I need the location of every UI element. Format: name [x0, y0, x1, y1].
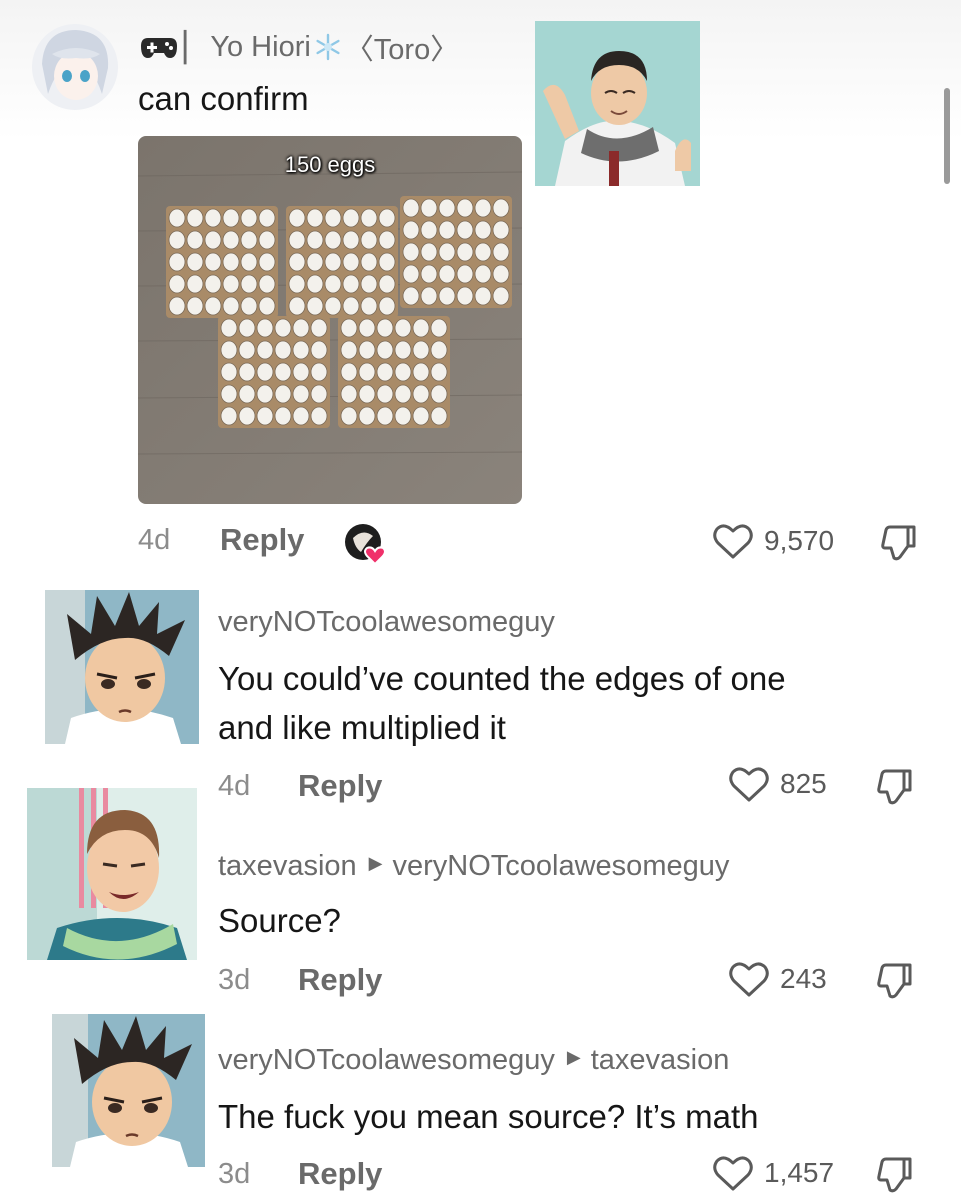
- like-count: 243: [780, 963, 827, 994]
- heart-outline-icon: [712, 522, 754, 560]
- username[interactable]: Yo Hiori: [210, 31, 310, 64]
- comment-time: 4d: [138, 524, 171, 556]
- thumbs-down-icon[interactable]: [880, 524, 918, 562]
- comment-text: can confirm: [138, 80, 309, 117]
- comment-text-line: You could’ve counted the edges of one: [218, 660, 786, 697]
- user-flair: 〈Toro〉: [344, 34, 460, 66]
- reply-button[interactable]: Reply: [298, 962, 382, 998]
- comment-header: ▏ Yo Hiori 〈Toro〉: [140, 26, 459, 68]
- thumbs-down-icon[interactable]: [876, 1156, 914, 1194]
- reply-button[interactable]: Reply: [298, 768, 382, 804]
- username-prefix: ▏: [184, 31, 207, 64]
- avatar-verynotcoolawesomeguy[interactable]: [52, 1014, 205, 1167]
- like-button[interactable]: 243: [728, 960, 827, 998]
- thumbs-down-icon[interactable]: [876, 768, 914, 806]
- snowflake-flower-icon: [313, 32, 343, 62]
- reply-header: veryNOTcoolawesomeguy ▶ taxevasion: [218, 1044, 729, 1077]
- scrollbar[interactable]: [944, 88, 950, 184]
- comment-time: 4d: [218, 770, 251, 802]
- thumbs-down-icon[interactable]: [876, 962, 914, 1000]
- comment-time: 3d: [218, 964, 251, 996]
- triangle-right-icon: ▶: [368, 853, 383, 873]
- comment-text: You could’ve counted the edges of one an…: [218, 654, 918, 752]
- like-button[interactable]: 825: [728, 765, 827, 803]
- triangle-right-icon: ▶: [566, 1047, 581, 1067]
- comment-image[interactable]: 150 eggs: [138, 136, 522, 504]
- comment-text: Source?: [218, 902, 341, 939]
- comment-username[interactable]: veryNOTcoolawesomeguy: [218, 1044, 555, 1077]
- reply-button[interactable]: Reply: [298, 1156, 382, 1192]
- reply-header: taxevasion ▶ veryNOTcoolawesomeguy: [218, 850, 729, 883]
- like-count: 825: [780, 768, 827, 799]
- comment-time: 3d: [218, 1158, 251, 1190]
- avatar-taxevasion[interactable]: [27, 788, 197, 960]
- gamepad-icon: [140, 34, 178, 60]
- liked-by-creator-badge: [343, 522, 389, 566]
- comment-text: The fuck you mean source? It’s math: [218, 1098, 759, 1135]
- comment-username[interactable]: veryNOTcoolawesomeguy: [218, 606, 555, 639]
- replied-to-username[interactable]: veryNOTcoolawesomeguy: [393, 850, 730, 883]
- avatar-yo-hiori[interactable]: [32, 24, 118, 110]
- replied-to-username[interactable]: taxevasion: [591, 1044, 730, 1077]
- comment-text-line: and like multiplied it: [218, 709, 506, 746]
- like-button[interactable]: 9,570: [712, 522, 834, 560]
- like-count: 9,570: [764, 525, 835, 556]
- comment-username[interactable]: taxevasion: [218, 850, 357, 883]
- avatar-verynotcoolawesomeguy[interactable]: [45, 590, 199, 744]
- video-thumbnail[interactable]: [535, 21, 700, 186]
- heart-outline-icon: [728, 765, 770, 803]
- reply-button[interactable]: Reply: [220, 522, 304, 558]
- like-count: 1,457: [764, 1157, 835, 1188]
- like-button[interactable]: 1,457: [712, 1154, 834, 1192]
- heart-outline-icon: [712, 1154, 754, 1192]
- image-caption: 150 eggs: [284, 152, 376, 177]
- heart-outline-icon: [728, 960, 770, 998]
